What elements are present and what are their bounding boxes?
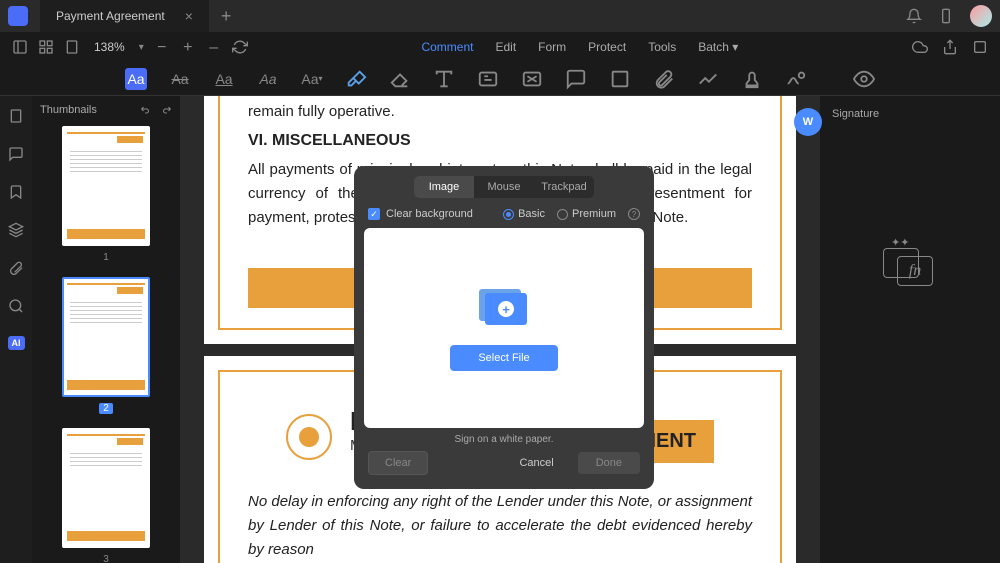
new-tab-button[interactable]: + bbox=[221, 6, 232, 27]
note-icon[interactable] bbox=[565, 68, 587, 90]
tab-edit[interactable]: Edit bbox=[495, 40, 516, 54]
sidebar-toggle-icon[interactable] bbox=[12, 39, 28, 55]
thumbnails-panel: Thumbnails 1 2 3 bbox=[32, 96, 180, 563]
redo-icon[interactable] bbox=[160, 104, 172, 116]
tab-protect[interactable]: Protect bbox=[588, 40, 626, 54]
modal-tabs: Image Mouse Trackpad bbox=[414, 176, 594, 198]
toolbar: 138% ▾ − + – Comment Edit Form Protect T… bbox=[0, 32, 1000, 62]
highlighter-icon[interactable] bbox=[345, 68, 367, 90]
modal-hint: Sign on a white paper. bbox=[354, 434, 654, 445]
search-icon[interactable] bbox=[8, 298, 24, 314]
signature-modal: Image Mouse Trackpad ✓ Clear background … bbox=[354, 166, 654, 489]
folder-upload-icon: + bbox=[479, 285, 529, 327]
thumbnail-page-3[interactable] bbox=[62, 428, 150, 548]
tab-label: Payment Agreement bbox=[56, 9, 165, 23]
cloud-icon[interactable] bbox=[912, 39, 928, 55]
document-tab[interactable]: Payment Agreement × bbox=[40, 0, 209, 32]
stamp-icon[interactable] bbox=[741, 68, 763, 90]
modal-tab-image[interactable]: Image bbox=[414, 176, 474, 198]
textbox-icon[interactable] bbox=[477, 68, 499, 90]
tab-batch[interactable]: Batch ▾ bbox=[698, 40, 738, 54]
radio-checked-icon bbox=[503, 209, 514, 220]
page1-heading: VI. MISCELLANEOUS bbox=[248, 132, 752, 150]
thumb-1-num: 1 bbox=[40, 252, 172, 263]
zoom-level[interactable]: 138% bbox=[94, 40, 125, 54]
radio-icon bbox=[557, 209, 568, 220]
shape-icon[interactable] bbox=[609, 68, 631, 90]
layers-icon[interactable] bbox=[8, 222, 24, 238]
chevron-down-icon: ▾ bbox=[732, 40, 738, 54]
bookmark-icon[interactable] bbox=[8, 184, 24, 200]
comments-icon[interactable] bbox=[8, 146, 24, 162]
ribbon: Aa Aa Aa Aa Aa▾ bbox=[0, 62, 1000, 96]
clear-button[interactable]: Clear bbox=[368, 451, 428, 475]
ai-button[interactable]: AI bbox=[8, 336, 25, 350]
cancel-button[interactable]: Cancel bbox=[503, 452, 569, 474]
modal-dropzone[interactable]: + Select File bbox=[364, 228, 644, 428]
caret-tool[interactable]: Aa▾ bbox=[301, 68, 323, 90]
page2-para: No delay in enforcing any right of the L… bbox=[248, 490, 752, 562]
left-rail: AI bbox=[0, 96, 32, 563]
signature-header: Signature bbox=[832, 108, 988, 120]
done-button[interactable]: Done bbox=[578, 452, 640, 474]
zoom-chevron-icon[interactable]: ▾ bbox=[139, 42, 144, 53]
user-avatar[interactable] bbox=[970, 5, 992, 27]
floating-badge[interactable]: W bbox=[794, 108, 822, 136]
thumbnail-page-2[interactable] bbox=[62, 277, 150, 397]
grid-icon[interactable] bbox=[38, 39, 54, 55]
text-highlight-tool[interactable]: Aa bbox=[125, 68, 147, 90]
text-tool-icon[interactable] bbox=[433, 68, 455, 90]
share-icon[interactable] bbox=[942, 39, 958, 55]
tab-tools[interactable]: Tools bbox=[648, 40, 676, 54]
modal-tab-trackpad[interactable]: Trackpad bbox=[534, 176, 594, 198]
clear-bg-checkbox[interactable]: ✓ Clear background bbox=[368, 208, 473, 220]
strikethrough-tool[interactable]: Aa bbox=[169, 68, 191, 90]
mobile-icon[interactable] bbox=[938, 8, 954, 24]
attachment-icon[interactable] bbox=[653, 68, 675, 90]
company-logo bbox=[286, 414, 332, 460]
zoom-reset-icon[interactable]: – bbox=[206, 39, 222, 55]
info-icon[interactable]: ? bbox=[628, 208, 640, 220]
thumbnail-page-1[interactable] bbox=[62, 126, 150, 246]
attachments-icon[interactable] bbox=[8, 260, 24, 276]
eraser-icon[interactable] bbox=[389, 68, 411, 90]
thumb-3-num: 3 bbox=[40, 554, 172, 563]
premium-radio[interactable]: Premium bbox=[557, 208, 616, 220]
tab-comment[interactable]: Comment bbox=[421, 40, 473, 54]
hide-comments-icon[interactable] bbox=[853, 68, 875, 90]
thumb-2-num: 2 bbox=[99, 403, 113, 414]
squiggly-tool[interactable]: Aa bbox=[257, 68, 279, 90]
page-view-icon[interactable] bbox=[64, 39, 80, 55]
undo-icon[interactable] bbox=[140, 104, 152, 116]
refresh-icon[interactable] bbox=[232, 39, 248, 55]
measure-icon[interactable] bbox=[697, 68, 719, 90]
bell-icon[interactable] bbox=[906, 8, 922, 24]
basic-radio[interactable]: Basic bbox=[503, 208, 545, 220]
underline-tool[interactable]: Aa bbox=[213, 68, 235, 90]
clear-bg-label: Clear background bbox=[386, 208, 473, 220]
title-bar: Payment Agreement × + bbox=[0, 0, 1000, 32]
page1-text1: remain fully operative. bbox=[248, 100, 752, 124]
close-tab-icon[interactable]: × bbox=[185, 8, 193, 24]
thumbnails-title: Thumbnails bbox=[40, 104, 97, 116]
app-icon bbox=[8, 6, 28, 26]
thumbnails-icon[interactable] bbox=[8, 108, 24, 124]
check-icon: ✓ bbox=[368, 208, 380, 220]
signature-icon[interactable] bbox=[785, 68, 807, 90]
right-panel: Signature ✦✦ fn bbox=[820, 96, 1000, 563]
select-file-button[interactable]: Select File bbox=[450, 345, 557, 371]
zoom-in-icon[interactable]: + bbox=[180, 39, 196, 55]
callout-icon[interactable] bbox=[521, 68, 543, 90]
modal-tab-mouse[interactable]: Mouse bbox=[474, 176, 534, 198]
signature-empty-illustration: ✦✦ fn bbox=[887, 240, 933, 286]
tab-form[interactable]: Form bbox=[538, 40, 566, 54]
print-icon[interactable] bbox=[972, 39, 988, 55]
zoom-out-icon[interactable]: − bbox=[154, 39, 170, 55]
